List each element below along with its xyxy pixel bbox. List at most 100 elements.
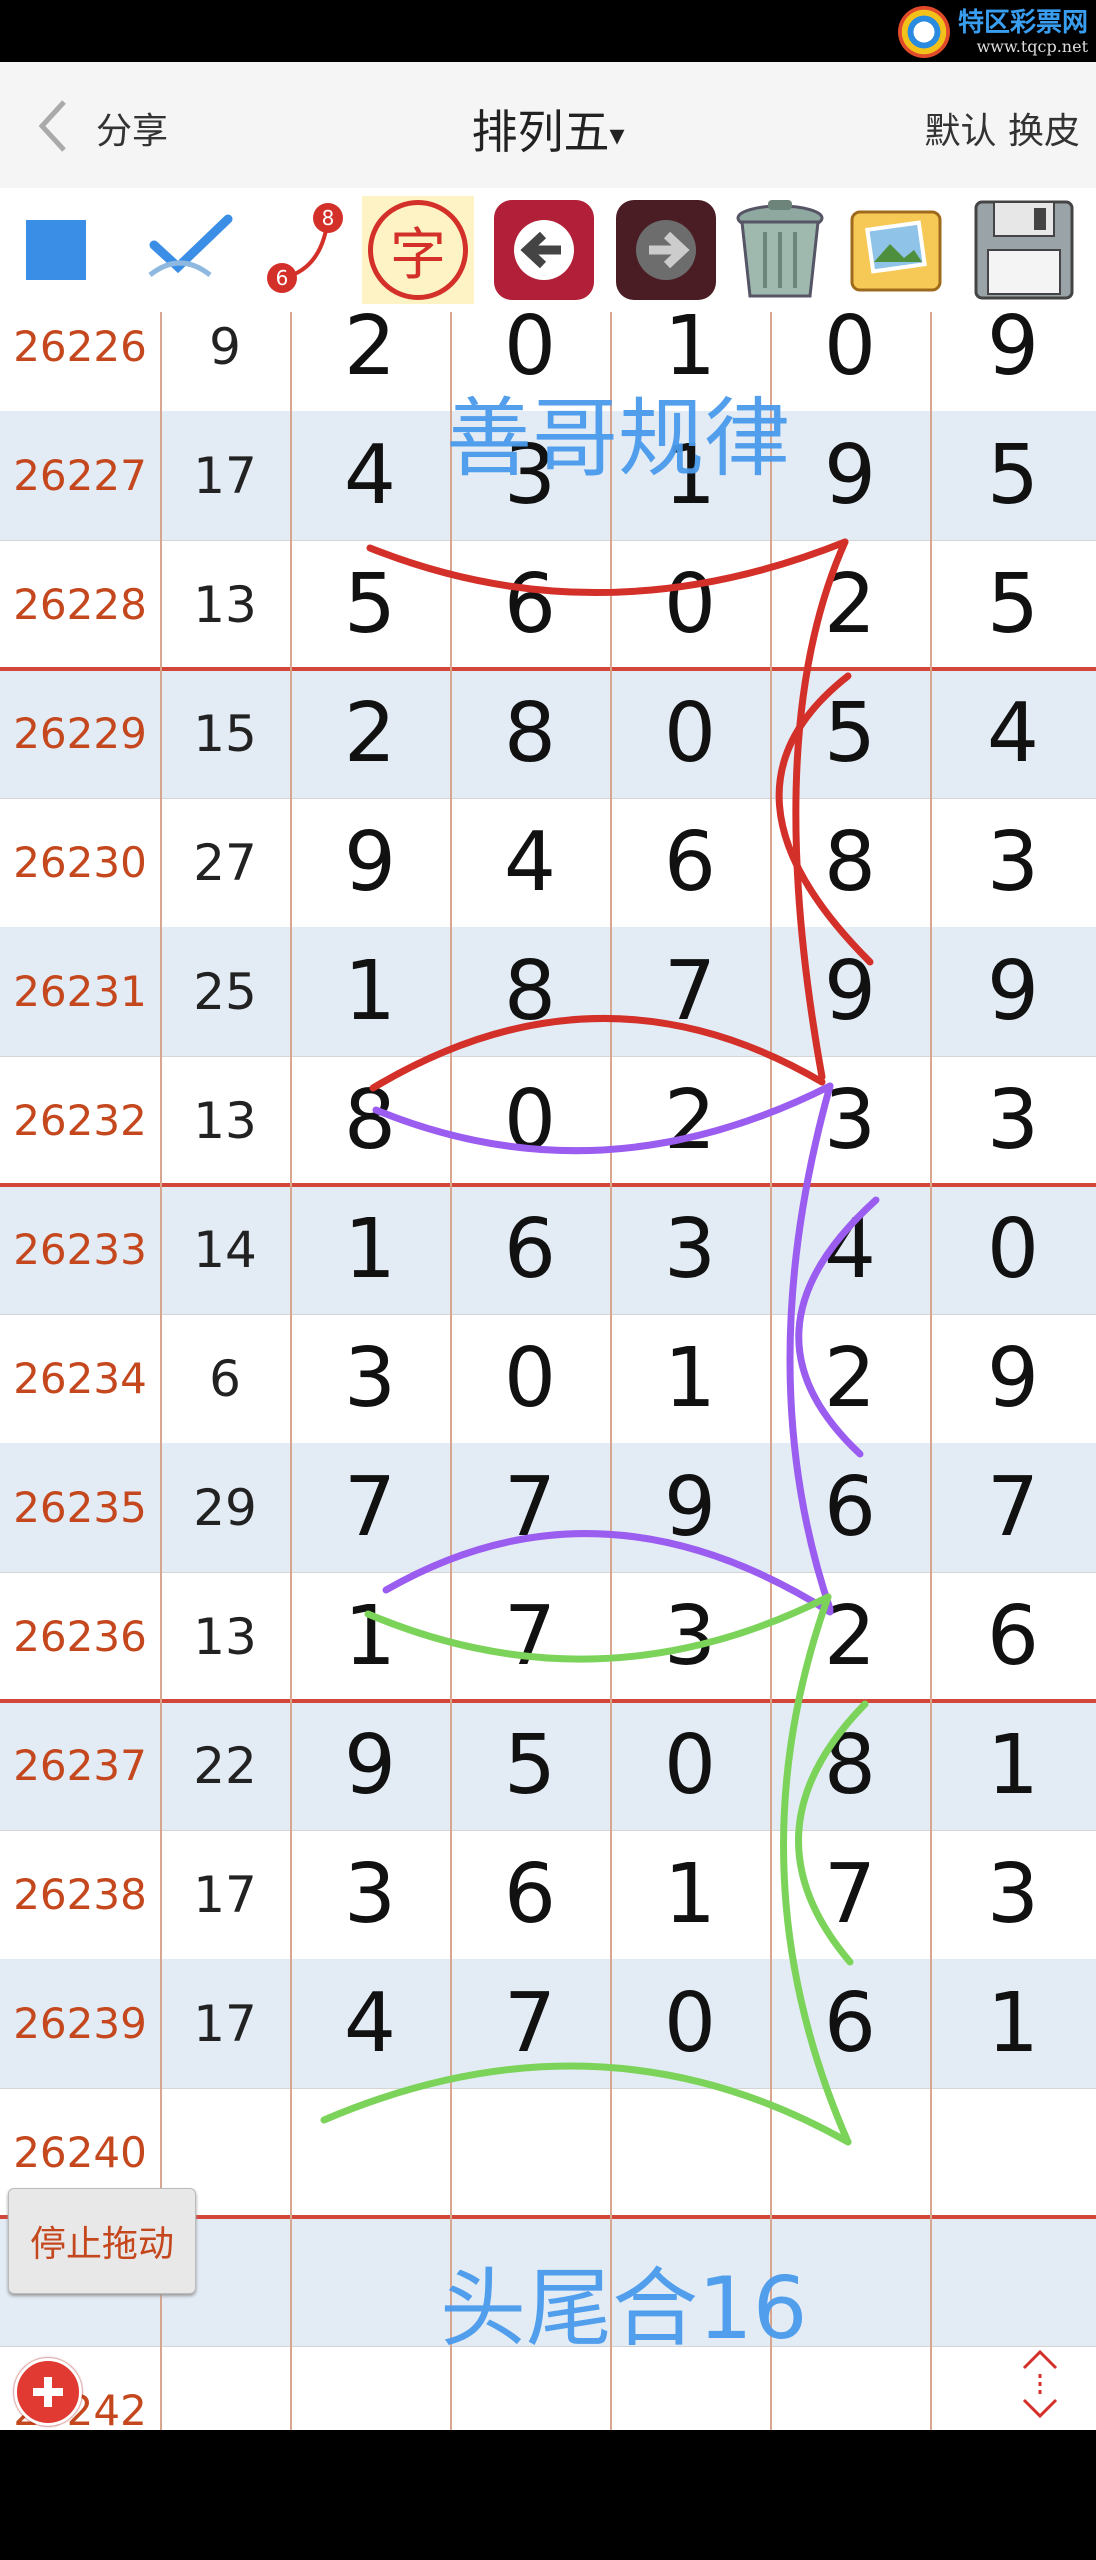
- digit-cell[interactable]: 6: [770, 1443, 930, 1572]
- digit-cell[interactable]: 9: [770, 411, 930, 540]
- digit-cell[interactable]: 5: [930, 411, 1096, 540]
- digit-cell[interactable]: [930, 2088, 1096, 2217]
- digit-cell[interactable]: 4: [290, 411, 450, 540]
- digit-cell[interactable]: 6: [770, 1959, 930, 2088]
- digit-cell[interactable]: 3: [610, 1185, 770, 1314]
- digit-cell[interactable]: 5: [290, 540, 450, 669]
- digit-cell[interactable]: 5: [450, 1701, 610, 1830]
- share-button[interactable]: 分享: [96, 102, 168, 154]
- digit-cell[interactable]: 3: [930, 1056, 1096, 1185]
- digit-cell[interactable]: 7: [450, 1959, 610, 2088]
- issue-number: 26236: [13, 1612, 147, 1661]
- digit-cell[interactable]: 6: [450, 1830, 610, 1959]
- stop-drag-button[interactable]: 停止拖动: [8, 2188, 196, 2294]
- digit-cell[interactable]: 7: [450, 1443, 610, 1572]
- digit-cell[interactable]: 9: [930, 927, 1096, 1056]
- digit-cell[interactable]: [290, 2217, 450, 2346]
- digit-cell[interactable]: 0: [450, 1314, 610, 1443]
- app-bar: 分享 排列五▾ 默认 换皮: [0, 62, 1096, 188]
- digit-cell[interactable]: 8: [450, 927, 610, 1056]
- blue-square-icon[interactable]: [0, 196, 112, 304]
- digit-cell[interactable]: 2: [770, 1314, 930, 1443]
- status-bar: 特区彩票网 www.tqcp.net: [0, 0, 1096, 62]
- digit-cell[interactable]: 0: [610, 1959, 770, 2088]
- digit-cell[interactable]: 7: [450, 1572, 610, 1701]
- line-tool-icon[interactable]: 8 6: [246, 196, 358, 304]
- digit-cell[interactable]: 3: [290, 1830, 450, 1959]
- digit-sum: 13: [193, 1607, 257, 1666]
- undo-arrow-icon[interactable]: [488, 196, 600, 304]
- digit-cell[interactable]: 0: [610, 1701, 770, 1830]
- digit-cell[interactable]: 4: [450, 798, 610, 927]
- digit-cell[interactable]: 1: [930, 1959, 1096, 2088]
- digit-cell[interactable]: 8: [770, 1701, 930, 1830]
- pen-check-icon[interactable]: [134, 196, 246, 304]
- digit-cell[interactable]: 0: [930, 1185, 1096, 1314]
- digit-cell[interactable]: 3: [610, 1572, 770, 1701]
- digit-cell[interactable]: 3: [770, 1056, 930, 1185]
- digit-cell[interactable]: 7: [290, 1443, 450, 1572]
- digit-cell[interactable]: 9: [290, 1701, 450, 1830]
- digit-cell[interactable]: 7: [770, 1830, 930, 1959]
- digit-cell[interactable]: 1: [290, 1572, 450, 1701]
- skin-button[interactable]: 默认 换皮: [925, 102, 1080, 154]
- digit-cell[interactable]: 8: [290, 1056, 450, 1185]
- issue-number: 26231: [13, 967, 147, 1016]
- digit-cell[interactable]: 0: [610, 669, 770, 798]
- digit-cell[interactable]: 4: [290, 1959, 450, 2088]
- digit-cell[interactable]: 8: [770, 798, 930, 927]
- digit-cell[interactable]: 4: [770, 1185, 930, 1314]
- digit-cell[interactable]: 1: [610, 1314, 770, 1443]
- digit-cell[interactable]: [770, 2088, 930, 2217]
- digit-cell[interactable]: 1: [930, 1701, 1096, 1830]
- digit-cell[interactable]: 7: [610, 927, 770, 1056]
- digit-cell[interactable]: 9: [930, 1314, 1096, 1443]
- floppy-disk-icon[interactable]: [968, 196, 1080, 304]
- digit-cell[interactable]: 2: [290, 312, 450, 411]
- caret-down-icon: ▾: [609, 118, 625, 153]
- digit-sum: 13: [193, 1091, 257, 1150]
- digit-cell[interactable]: 6: [450, 540, 610, 669]
- digit-cell[interactable]: [610, 2088, 770, 2217]
- issue-number: 26237: [13, 1741, 147, 1790]
- digit-cell[interactable]: [290, 2346, 450, 2430]
- digit-cell[interactable]: 5: [770, 669, 930, 798]
- page-title[interactable]: 排列五▾: [420, 96, 676, 162]
- digit-cell[interactable]: 2: [770, 540, 930, 669]
- digit-cell[interactable]: 9: [290, 798, 450, 927]
- digit-cell[interactable]: 6: [450, 1185, 610, 1314]
- digit-cell[interactable]: 0: [770, 312, 930, 411]
- digit-cell[interactable]: 6: [610, 798, 770, 927]
- digit-cell[interactable]: 8: [450, 669, 610, 798]
- digit-cell[interactable]: 1: [290, 1185, 450, 1314]
- digit-cell[interactable]: 6: [930, 1572, 1096, 1701]
- digit-cell[interactable]: 2: [610, 1056, 770, 1185]
- digit-cell[interactable]: [930, 2217, 1096, 2346]
- chevron-left-icon[interactable]: [34, 96, 74, 156]
- digit-cell[interactable]: 4: [930, 669, 1096, 798]
- digit-cell[interactable]: 9: [770, 927, 930, 1056]
- text-tool-icon[interactable]: 字: [362, 196, 474, 304]
- digit-cell[interactable]: 0: [610, 540, 770, 669]
- digit-cell[interactable]: 2: [770, 1572, 930, 1701]
- issue-number: 26226: [13, 322, 147, 371]
- add-icon[interactable]: [14, 2358, 82, 2426]
- digit-cell[interactable]: 1: [290, 927, 450, 1056]
- digit-cell[interactable]: 0: [450, 1056, 610, 1185]
- digit-cell[interactable]: 3: [290, 1314, 450, 1443]
- digit-cell[interactable]: 9: [930, 312, 1096, 411]
- album-icon[interactable]: [840, 196, 952, 304]
- digit-sum: 17: [193, 1865, 257, 1924]
- digit-cell[interactable]: [450, 2088, 610, 2217]
- digit-cell[interactable]: 9: [610, 1443, 770, 1572]
- digit-cell[interactable]: 2: [290, 669, 450, 798]
- digit-cell[interactable]: 7: [930, 1443, 1096, 1572]
- digit-cell[interactable]: 1: [610, 1830, 770, 1959]
- redo-arrow-icon[interactable]: [610, 196, 722, 304]
- resize-vertical-icon[interactable]: [1012, 2346, 1068, 2422]
- digit-cell[interactable]: 3: [930, 798, 1096, 927]
- digit-cell[interactable]: [290, 2088, 450, 2217]
- trash-icon[interactable]: [724, 196, 836, 304]
- digit-cell[interactable]: 5: [930, 540, 1096, 669]
- digit-cell[interactable]: 3: [930, 1830, 1096, 1959]
